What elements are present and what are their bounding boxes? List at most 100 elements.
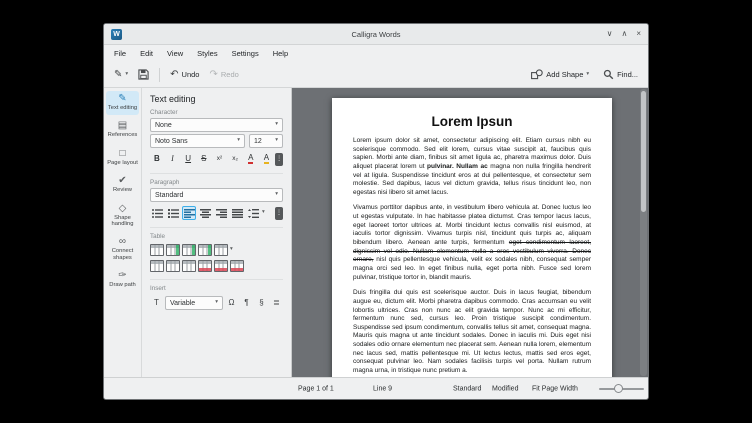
bullet-list-button[interactable] bbox=[150, 206, 164, 220]
subscript-button[interactable]: x₂ bbox=[228, 152, 242, 166]
insert-row-above-icon[interactable] bbox=[166, 244, 180, 256]
zoom-mode-button[interactable]: Fit Page Width bbox=[532, 385, 578, 392]
font-color-button[interactable]: A bbox=[244, 152, 258, 166]
paragraph-2: Vivamus porttitor dapibus ante, in vesti… bbox=[353, 204, 591, 282]
redo-button[interactable]: ↷ Redo bbox=[204, 67, 243, 83]
variable-select[interactable]: Variable ▾ bbox=[165, 296, 223, 310]
align-left-button[interactable] bbox=[182, 206, 196, 220]
background-color-icon: A bbox=[263, 153, 270, 164]
delete-table-icon[interactable] bbox=[230, 260, 244, 272]
delete-row-icon[interactable] bbox=[198, 260, 212, 272]
split-cells-icon[interactable] bbox=[166, 260, 180, 272]
dock-tab-draw-path[interactable]: ✑ Draw path bbox=[106, 268, 139, 292]
insert-table-icon[interactable] bbox=[150, 244, 164, 256]
line-spacing-button[interactable] bbox=[246, 206, 260, 220]
add-shape-button[interactable]: Add Shape ▾ bbox=[526, 66, 594, 83]
zoom-slider[interactable] bbox=[599, 378, 644, 399]
chevron-down-icon: ▾ bbox=[237, 137, 240, 144]
align-center-button[interactable] bbox=[198, 206, 212, 220]
special-character-icon[interactable]: Ω bbox=[225, 297, 238, 310]
paragraph-more-chevron-icon[interactable]: ▾ bbox=[262, 210, 265, 216]
insert-paragraph-icon[interactable]: ¶ bbox=[240, 297, 253, 310]
insert-row-below-icon[interactable] bbox=[182, 244, 196, 256]
insert-toc-icon[interactable]: ≣ bbox=[270, 297, 283, 310]
insert-row: T Variable ▾ Ω ¶ § ≣ bbox=[150, 296, 283, 310]
underline-button[interactable]: U bbox=[181, 152, 195, 166]
vertical-scrollbar[interactable] bbox=[640, 89, 647, 376]
references-icon: ▤ bbox=[117, 120, 128, 132]
redo-label: Redo bbox=[220, 69, 239, 79]
document-edit-button[interactable]: ✎ ▾ bbox=[109, 67, 133, 83]
menu-settings[interactable]: Settings bbox=[225, 47, 266, 60]
chevron-down-icon: ▾ bbox=[275, 137, 278, 144]
undo-button[interactable]: ↶ Undo bbox=[165, 67, 204, 83]
dock-tab-references[interactable]: ▤ References bbox=[106, 118, 139, 142]
find-button[interactable]: Find... bbox=[598, 66, 643, 83]
align-justify-button[interactable] bbox=[230, 206, 244, 220]
background-color-button[interactable]: A bbox=[260, 152, 274, 166]
document-canvas: Lorem Ipsun Lorem ipsum dolor sit amet, … bbox=[292, 88, 648, 377]
superscript-button[interactable]: x² bbox=[213, 152, 227, 166]
font-family-select[interactable]: Noto Sans ▾ bbox=[150, 134, 245, 148]
undo-label: Undo bbox=[181, 69, 200, 79]
titlebar[interactable]: W Calligra Words ∨ ∧ × bbox=[104, 24, 648, 45]
delete-column-icon[interactable] bbox=[214, 260, 228, 272]
insert-section-icon[interactable]: § bbox=[255, 297, 268, 310]
dock-tab-label: Page layout bbox=[107, 159, 138, 166]
chevron-down-icon: ▾ bbox=[215, 299, 218, 306]
dock-tab-label: Shape handling bbox=[111, 214, 134, 227]
adjust-row-icon[interactable] bbox=[182, 260, 196, 272]
maximize-button[interactable]: ∧ bbox=[621, 30, 627, 38]
variable-select-value: Variable bbox=[170, 299, 196, 307]
paragraph-more-options-button[interactable]: ⋮ bbox=[275, 206, 283, 220]
zoom-slider-handle[interactable] bbox=[614, 384, 623, 393]
dock-tab-page-layout[interactable]: □ Page layout bbox=[106, 146, 139, 170]
statusbar: Page 1 of 1 Line 9 Standard Modified Fit… bbox=[104, 377, 648, 399]
table-section-label: Table bbox=[150, 227, 283, 240]
minimize-button[interactable]: ∨ bbox=[607, 30, 613, 38]
modified-indicator: Modified bbox=[492, 385, 519, 392]
dock-tab-connect-shapes[interactable]: ∞ Connect shapes bbox=[106, 234, 139, 265]
document-page[interactable]: Lorem Ipsun Lorem ipsum dolor sit amet, … bbox=[332, 98, 612, 377]
strikethrough-button[interactable]: S bbox=[197, 152, 211, 166]
table-more-chevron-icon[interactable]: ▾ bbox=[230, 247, 233, 253]
undo-icon: ↶ bbox=[170, 68, 179, 80]
character-more-options-button[interactable]: ⋮ bbox=[275, 152, 284, 166]
paragraph-style-value: Standard bbox=[155, 191, 184, 199]
bold-button[interactable]: B bbox=[150, 152, 164, 166]
numbered-list-icon bbox=[167, 208, 179, 218]
dock-tab-shape-handling[interactable]: ◇ Shape handling bbox=[106, 201, 139, 232]
align-right-button[interactable] bbox=[214, 206, 228, 220]
menu-file[interactable]: File bbox=[107, 47, 133, 60]
add-shape-icon bbox=[531, 69, 544, 80]
character-style-select[interactable]: None ▾ bbox=[150, 118, 283, 132]
toolbar-separator bbox=[159, 67, 161, 82]
save-button[interactable] bbox=[133, 66, 154, 83]
bullet-list-icon bbox=[151, 208, 163, 218]
menu-help[interactable]: Help bbox=[266, 47, 295, 60]
window-title: Calligra Words bbox=[351, 29, 401, 39]
menu-edit[interactable]: Edit bbox=[133, 47, 160, 60]
menu-view[interactable]: View bbox=[160, 47, 190, 60]
dock-tab-review[interactable]: ✔ Review bbox=[106, 173, 139, 197]
dock-tab-text-editing[interactable]: ✎ Text editing bbox=[106, 91, 139, 116]
insert-column-right-icon[interactable] bbox=[214, 244, 228, 256]
numbered-list-button[interactable] bbox=[166, 206, 180, 220]
connect-shapes-icon: ∞ bbox=[118, 236, 127, 248]
menu-styles[interactable]: Styles bbox=[190, 47, 224, 60]
page-indicator: Page 1 of 1 bbox=[298, 385, 334, 392]
insert-text-frame-icon[interactable]: T bbox=[150, 297, 163, 310]
menubar: File Edit View Styles Settings Help bbox=[104, 45, 648, 62]
close-button[interactable]: × bbox=[636, 30, 641, 38]
review-icon: ✔ bbox=[118, 175, 127, 187]
italic-button[interactable]: I bbox=[166, 152, 180, 166]
paragraph-style-select[interactable]: Standard ▾ bbox=[150, 188, 283, 202]
page-layout-icon: □ bbox=[119, 147, 126, 159]
vertical-scrollbar-thumb[interactable] bbox=[641, 91, 646, 212]
merge-cells-icon[interactable] bbox=[150, 260, 164, 272]
insert-column-left-icon[interactable] bbox=[198, 244, 212, 256]
dock-tab-label: Draw path bbox=[109, 282, 136, 288]
table-row-2 bbox=[150, 260, 283, 272]
app-icon-letter: W bbox=[113, 30, 120, 38]
font-size-select[interactable]: 12 ▾ bbox=[249, 134, 283, 148]
